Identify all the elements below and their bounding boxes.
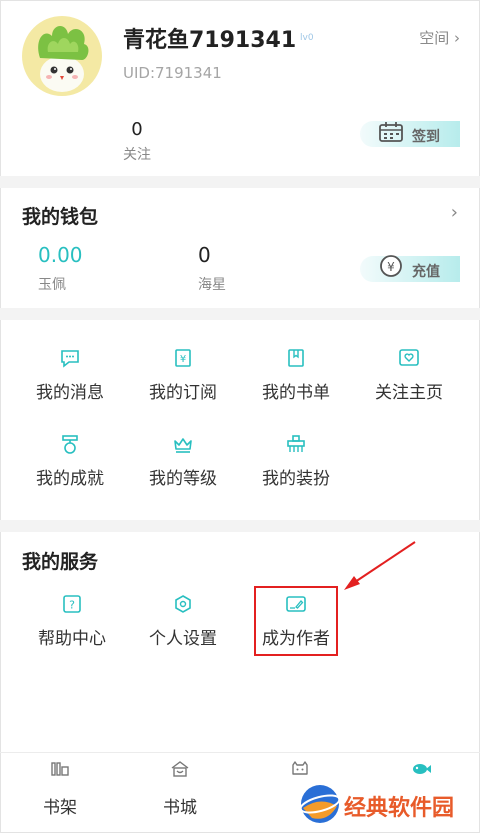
menu-label: 我的书单 bbox=[262, 383, 330, 403]
follow-label[interactable]: 关注 bbox=[112, 144, 162, 164]
nav-label: 书城 bbox=[163, 798, 197, 818]
username: 青花鱼7191341 bbox=[123, 28, 297, 53]
cat-face-icon bbox=[290, 759, 310, 783]
store-icon bbox=[170, 759, 190, 783]
menu-item-dress-up[interactable]: 我的装扮 bbox=[241, 434, 351, 489]
watermark-text: 经典软件园 bbox=[344, 796, 455, 821]
section-divider bbox=[0, 308, 480, 320]
section-divider bbox=[0, 520, 480, 532]
recharge-label: 充值 bbox=[412, 264, 440, 280]
menu-label: 我的等级 bbox=[149, 469, 217, 489]
haixing-label: 海星 bbox=[198, 277, 226, 293]
book-icon bbox=[241, 348, 351, 370]
checkin-label: 签到 bbox=[412, 129, 440, 145]
watermark: 经典软件园 bbox=[298, 782, 480, 828]
service-label: 帮助中心 bbox=[38, 629, 106, 649]
service-label: 个人设置 bbox=[149, 629, 217, 649]
watermark-logo-icon bbox=[299, 785, 341, 823]
nav-item-bookstore[interactable]: 书城 bbox=[120, 753, 240, 834]
space-link[interactable]: 空间 › bbox=[419, 27, 460, 48]
user-id: UID:7191341 bbox=[123, 64, 222, 82]
yupei-value: 0.00 bbox=[38, 243, 83, 267]
calendar-icon bbox=[378, 121, 404, 147]
chat-bubble-icon bbox=[15, 348, 125, 370]
section-divider bbox=[0, 176, 480, 188]
wallet-title[interactable]: 我的钱包 bbox=[22, 202, 98, 229]
menu-item-booklists[interactable]: 我的书单 bbox=[241, 348, 351, 403]
menu-item-level[interactable]: 我的等级 bbox=[128, 434, 238, 489]
coin-icon: ¥ bbox=[378, 255, 404, 283]
brush-icon bbox=[241, 434, 351, 456]
bookshelf-icon bbox=[50, 759, 70, 783]
follow-count[interactable]: 0 bbox=[122, 119, 152, 140]
menu-label: 关注主页 bbox=[375, 383, 443, 403]
haixing-value: 0 bbox=[198, 243, 211, 267]
menu-item-follow-home[interactable]: 关注主页 bbox=[354, 348, 464, 403]
menu-label: 我的成就 bbox=[36, 469, 104, 489]
nav-label: 书架 bbox=[43, 798, 77, 818]
help-icon: ? bbox=[17, 594, 127, 616]
heart-card-icon bbox=[354, 348, 464, 370]
svg-text:¥: ¥ bbox=[387, 260, 395, 274]
avatar[interactable] bbox=[22, 16, 102, 96]
service-item-help[interactable]: ? 帮助中心 bbox=[17, 594, 127, 649]
menu-label: 我的订阅 bbox=[149, 383, 217, 403]
yupei-label: 玉佩 bbox=[38, 277, 66, 293]
menu-label: 我的消息 bbox=[36, 383, 104, 403]
medal-icon bbox=[15, 434, 125, 456]
level-badge: lv0 bbox=[300, 33, 314, 43]
hexagon-settings-icon bbox=[128, 594, 238, 616]
menu-label: 我的装扮 bbox=[262, 469, 330, 489]
svg-text:?: ? bbox=[69, 599, 75, 612]
chevron-right-icon[interactable]: › bbox=[451, 202, 458, 223]
menu-item-subscriptions[interactable]: ¥ 我的订阅 bbox=[128, 348, 238, 403]
fish-icon bbox=[410, 759, 432, 783]
annotation-highlight-box bbox=[254, 586, 338, 656]
services-title: 我的服务 bbox=[22, 551, 99, 573]
crown-icon bbox=[128, 434, 238, 456]
annotation-arrow-icon bbox=[344, 541, 416, 590]
checkin-button[interactable]: 签到 bbox=[360, 121, 460, 147]
service-item-settings[interactable]: 个人设置 bbox=[128, 594, 238, 649]
menu-item-messages[interactable]: 我的消息 bbox=[15, 348, 125, 403]
menu-item-achievements[interactable]: 我的成就 bbox=[15, 434, 125, 489]
yen-tag-icon: ¥ bbox=[128, 348, 238, 370]
recharge-button[interactable]: ¥ 充值 bbox=[360, 255, 460, 283]
nav-item-bookshelf[interactable]: 书架 bbox=[0, 753, 120, 834]
svg-text:¥: ¥ bbox=[180, 354, 186, 365]
